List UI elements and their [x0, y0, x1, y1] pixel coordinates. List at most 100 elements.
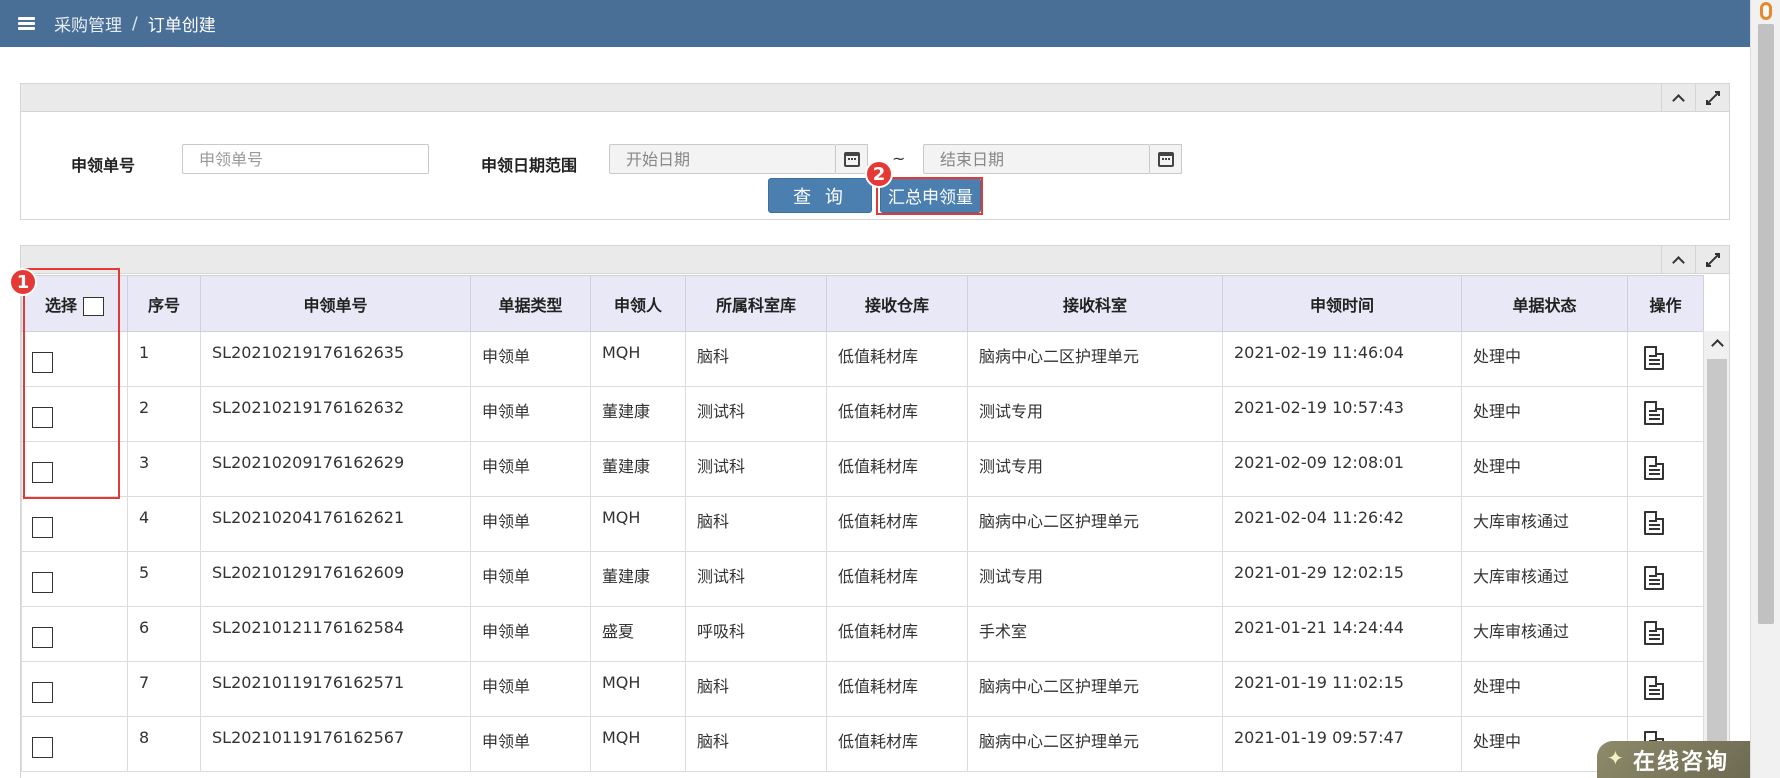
cell-actions: [1627, 441, 1704, 497]
view-document-icon[interactable]: [1644, 456, 1664, 480]
cell-warehouse: 低值耗材库: [826, 331, 968, 387]
header-status[interactable]: 单据状态: [1461, 275, 1628, 332]
collapse-search-button[interactable]: [1661, 84, 1695, 112]
cell-doc-type: 申领单: [470, 606, 591, 662]
cell-no: 7: [127, 661, 201, 717]
cell-doc-type: 申领单: [470, 496, 591, 552]
table-row[interactable]: 6 SL20210121176162584 申领单 盛夏 呼吸科 低值耗材库 手术室 2021…: [21, 606, 1704, 662]
table-row[interactable]: 8 SL20210119176162567 申领单 MQH 脑科 低值耗材库 脑病中心二区护…: [21, 716, 1704, 772]
fullscreen-results-button[interactable]: [1695, 246, 1729, 274]
page-scrollbar[interactable]: [1750, 0, 1780, 778]
view-document-icon[interactable]: [1644, 566, 1664, 590]
row-select-checkbox[interactable]: [32, 682, 53, 703]
cell-no: 5: [127, 551, 201, 607]
cell-status: 大库审核通过: [1461, 551, 1628, 607]
cell-doc-type: 申领单: [470, 441, 591, 497]
row-select-checkbox[interactable]: [32, 407, 53, 428]
cell-warehouse: 低值耗材库: [826, 496, 968, 552]
cell-apply-time: 2021-01-21 14:24:44: [1222, 606, 1462, 662]
collapse-results-button[interactable]: [1661, 246, 1695, 274]
order-no-label: 申领单号: [71, 156, 136, 175]
order-no-input[interactable]: [182, 144, 429, 174]
results-panel: 选择 序号 申领单号 单据类型 申领人 所属科室库 接收仓库 接收科室 申领时间…: [20, 245, 1730, 778]
header-doc-type[interactable]: 单据类型: [470, 275, 591, 332]
view-document-icon[interactable]: [1644, 346, 1664, 370]
cell-receiving-dept: 测试专用: [967, 551, 1223, 607]
cell-dept-store: 脑科: [685, 331, 827, 387]
cell-warehouse: 低值耗材库: [826, 386, 968, 442]
cell-receiving-dept: 脑病中心二区护理单元: [967, 331, 1223, 387]
cell-apply-time: 2021-02-19 10:57:43: [1222, 386, 1462, 442]
cell-dept-store: 脑科: [685, 716, 827, 772]
header-actions: 操作: [1627, 275, 1704, 332]
cell-applicant: MQH: [590, 496, 686, 552]
chevron-up-icon: [1672, 94, 1685, 107]
cell-receiving-dept: 测试专用: [967, 441, 1223, 497]
cell-doc-type: 申领单: [470, 386, 591, 442]
calendar-icon: [1157, 151, 1174, 167]
cell-applicant: 董建康: [590, 441, 686, 497]
row-select-checkbox[interactable]: [32, 572, 53, 593]
header-warehouse[interactable]: 接收仓库: [826, 275, 968, 332]
view-document-icon[interactable]: [1644, 676, 1664, 700]
page-scrollbar-thumb[interactable]: [1758, 24, 1774, 624]
cell-order-no: SL20210219176162632: [200, 386, 471, 442]
cell-order-no: SL20210121176162584: [200, 606, 471, 662]
chevron-up-icon[interactable]: [1711, 339, 1724, 352]
cell-dept-store: 呼吸科: [685, 606, 827, 662]
summary-quantity-button[interactable]: 汇总申领量: [880, 178, 981, 213]
table-scrollbar-thumb[interactable]: [1707, 359, 1727, 778]
end-date-picker-button[interactable]: [1150, 144, 1182, 174]
query-button[interactable]: 查 询: [768, 178, 872, 213]
row-select-checkbox[interactable]: [32, 627, 53, 648]
date-range-label: 申领日期范围: [481, 156, 578, 175]
breadcrumb-item-purchase[interactable]: 采购管理: [54, 11, 122, 36]
cell-applicant: 董建康: [590, 386, 686, 442]
table-row[interactable]: 2 SL20210219176162632 申领单 董建康 测试科 低值耗材库 测试专用 20…: [21, 386, 1704, 442]
row-checkbox: [21, 661, 128, 717]
header-order-no[interactable]: 申领单号: [200, 275, 471, 332]
cell-dept-store: 脑科: [685, 661, 827, 717]
table-row[interactable]: 7 SL20210119176162571 申领单 MQH 脑科 低值耗材库 脑病中心二区护…: [21, 661, 1704, 717]
header-select: 选择: [21, 275, 128, 332]
cell-apply-time: 2021-01-19 09:57:47: [1222, 716, 1462, 772]
start-date-input[interactable]: [609, 144, 836, 174]
table-row[interactable]: 4 SL20210204176162621 申领单 MQH 脑科 低值耗材库 脑病中心二区护…: [21, 496, 1704, 552]
view-document-icon[interactable]: [1644, 401, 1664, 425]
cell-apply-time: 2021-02-04 11:26:42: [1222, 496, 1462, 552]
table-scrollbar[interactable]: [1703, 331, 1729, 778]
cell-applicant: 董建康: [590, 551, 686, 607]
row-select-checkbox[interactable]: [32, 517, 53, 538]
header-dept-store[interactable]: 所属科室库: [685, 275, 827, 332]
header-receiving-dept[interactable]: 接收科室: [967, 275, 1223, 332]
end-date-input[interactable]: [923, 144, 1150, 174]
table-row[interactable]: 3 SL20210209176162629 申领单 董建康 测试科 低值耗材库 测试专用 20…: [21, 441, 1704, 497]
start-date-picker-button[interactable]: [836, 144, 868, 174]
row-select-checkbox[interactable]: [32, 352, 53, 373]
cell-order-no: SL20210219176162635: [200, 331, 471, 387]
header-applicant[interactable]: 申领人: [590, 275, 686, 332]
table-row[interactable]: 5 SL20210129176162609 申领单 董建康 测试科 低值耗材库 测试专用 20…: [21, 551, 1704, 607]
select-all-checkbox[interactable]: [83, 296, 104, 316]
cell-status: 大库审核通过: [1461, 606, 1628, 662]
calendar-icon: [843, 151, 860, 167]
menu-icon[interactable]: [18, 16, 38, 31]
row-select-checkbox[interactable]: [32, 737, 53, 758]
online-consult-button[interactable]: ✦ 在线咨询: [1597, 741, 1750, 778]
view-document-icon[interactable]: [1644, 621, 1664, 645]
cell-apply-time: 2021-02-19 11:46:04: [1222, 331, 1462, 387]
cell-no: 3: [127, 441, 201, 497]
select-header-label: 选择: [44, 295, 77, 315]
header-no[interactable]: 序号: [127, 275, 201, 332]
cell-receiving-dept: 测试专用: [967, 386, 1223, 442]
cell-order-no: SL20210119176162571: [200, 661, 471, 717]
fullscreen-search-button[interactable]: [1695, 84, 1729, 112]
row-select-checkbox[interactable]: [32, 462, 53, 483]
cell-actions: [1627, 606, 1704, 662]
cell-dept-store: 脑科: [685, 496, 827, 552]
header-apply-time[interactable]: 申领时间: [1222, 275, 1462, 332]
table-row[interactable]: 1 SL20210219176162635 申领单 MQH 脑科 低值耗材库 脑病中心二区护…: [21, 331, 1704, 387]
view-document-icon[interactable]: [1644, 511, 1664, 535]
cell-status: 大库审核通过: [1461, 496, 1628, 552]
cell-warehouse: 低值耗材库: [826, 661, 968, 717]
